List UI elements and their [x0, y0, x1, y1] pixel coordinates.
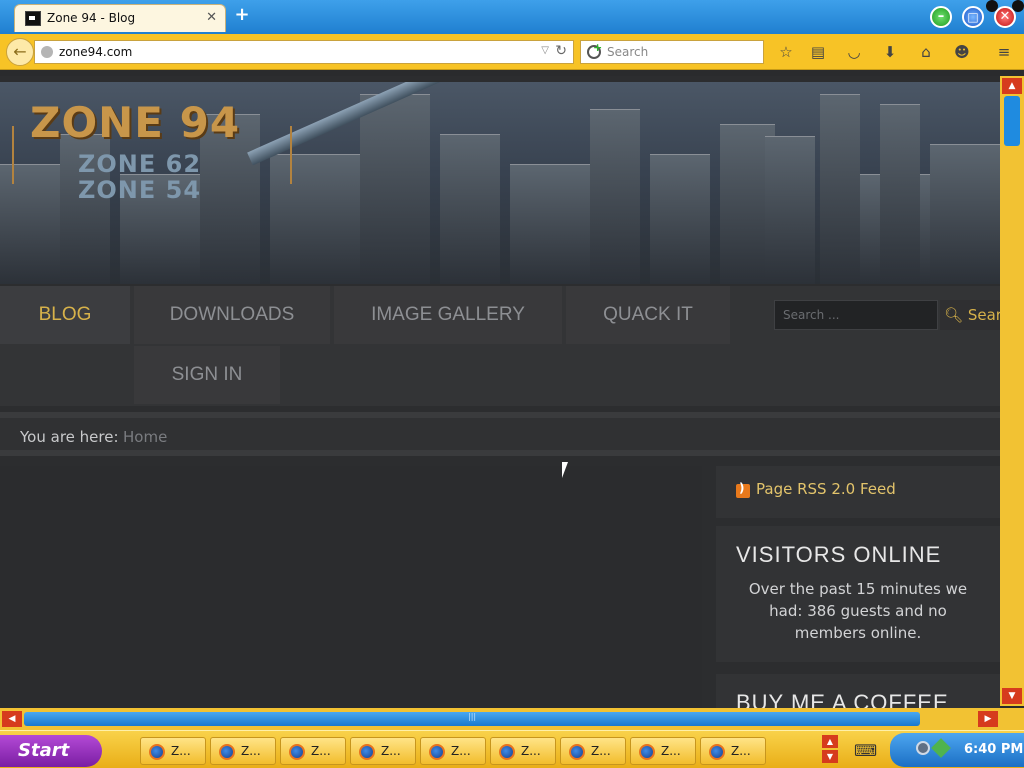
- mouse-cursor-icon: [562, 462, 574, 478]
- taskbar-item[interactable]: Z...: [700, 737, 766, 765]
- close-tab-icon[interactable]: ✕: [206, 10, 217, 25]
- scroll-down-icon[interactable]: ▼: [1002, 688, 1022, 704]
- main-content: [0, 466, 702, 708]
- url-text: zone94.com: [59, 45, 133, 59]
- logo-subtitle-2: ZONE 54: [78, 176, 202, 204]
- keyboard-icon[interactable]: ⌨: [854, 741, 877, 760]
- visitors-title: VISITORS ONLINE: [736, 542, 942, 567]
- menu-item-sign-in[interactable]: SIGN IN: [134, 346, 280, 404]
- firefox-icon: [709, 744, 725, 760]
- site-search-input[interactable]: Search ...: [774, 300, 938, 330]
- firefox-icon: [639, 744, 655, 760]
- breadcrumb: You are here: Home: [0, 412, 1000, 456]
- clock[interactable]: 6:40 PM: [964, 742, 1023, 757]
- taskbar: Start Z... Z... Z... Z... Z... Z... Z...…: [0, 730, 1024, 768]
- rss-feed-link[interactable]: Page RSS 2.0 Feed: [756, 480, 896, 498]
- bookmarks-list-icon[interactable]: ▤: [808, 42, 828, 62]
- security-icon[interactable]: [931, 738, 951, 758]
- taskbar-item[interactable]: Z...: [210, 737, 276, 765]
- minimize-button[interactable]: [930, 6, 952, 28]
- site-logo[interactable]: ZONE 94: [30, 98, 240, 147]
- network-icon[interactable]: [916, 741, 930, 755]
- taskbar-scroll[interactable]: ▲ ▼: [822, 735, 838, 765]
- scroll-left-icon[interactable]: ◀: [2, 711, 22, 727]
- vertical-scroll-thumb[interactable]: [1004, 96, 1020, 146]
- tab-title: Zone 94 - Blog: [47, 11, 136, 25]
- taskbar-scroll-up-icon[interactable]: ▲: [822, 735, 838, 748]
- visitors-online-module: VISITORS ONLINE Over the past 15 minutes…: [716, 526, 1000, 662]
- bookmark-star-icon[interactable]: ☆: [776, 42, 796, 62]
- taskbar-item[interactable]: Z...: [560, 737, 626, 765]
- firefox-icon: [499, 744, 515, 760]
- taskbar-item[interactable]: Z...: [280, 737, 346, 765]
- hello-chat-icon[interactable]: ☻: [952, 42, 972, 62]
- maximize-button[interactable]: [962, 6, 984, 28]
- visitors-text: Over the past 15 minutes we had: 386 gue…: [748, 580, 968, 642]
- taskbar-item[interactable]: Z...: [490, 737, 556, 765]
- browser-search-placeholder: Search: [607, 45, 649, 59]
- address-bar[interactable]: zone94.com ▽ ↻: [34, 40, 574, 64]
- vertical-scrollbar[interactable]: ▲ ▼: [1000, 76, 1024, 706]
- taskbar-item[interactable]: Z...: [350, 737, 416, 765]
- downloads-icon[interactable]: ⬇: [880, 42, 900, 62]
- site-favicon-icon: [25, 11, 41, 26]
- history-dropdown-icon[interactable]: ▽: [541, 45, 549, 56]
- site-banner: ZONE 94 ZONE 62 ZONE 54: [0, 82, 1000, 284]
- site-search-button-label: Search: [967, 306, 1000, 324]
- breadcrumb-home-link[interactable]: Home: [123, 428, 167, 446]
- firefox-icon: [429, 744, 445, 760]
- start-button[interactable]: Start: [0, 735, 102, 767]
- window-controls: [928, 0, 1024, 32]
- taskbar-item[interactable]: Z...: [630, 737, 696, 765]
- breadcrumb-label: You are here:: [20, 428, 119, 446]
- browser-tab-bar: Zone 94 - Blog ✕ +: [0, 0, 1024, 34]
- firefox-icon: [359, 744, 375, 760]
- new-tab-button[interactable]: +: [232, 6, 252, 26]
- scroll-up-icon[interactable]: ▲: [1002, 78, 1022, 94]
- site-search-placeholder: Search ...: [783, 308, 840, 322]
- globe-icon: [41, 46, 53, 58]
- browser-search-box[interactable]: Search: [580, 40, 764, 64]
- browser-tab[interactable]: Zone 94 - Blog ✕: [14, 4, 226, 32]
- coffee-title: BUY ME A COFFEE: [736, 690, 949, 708]
- menu-item-blog[interactable]: BLOG: [0, 286, 130, 344]
- site-search-button[interactable]: 🔍︎ Search: [940, 300, 1000, 330]
- close-window-button[interactable]: [994, 6, 1016, 28]
- main-menu: BLOG DOWNLOADS IMAGE GALLERY QUACK IT SI…: [0, 286, 1000, 406]
- rss-module: Page RSS 2.0 Feed: [716, 466, 1000, 518]
- menu-item-quack-it[interactable]: QUACK IT: [566, 286, 730, 344]
- web-page: ZONE 94 ZONE 62 ZONE 54 BLOG DOWNLOADS I…: [0, 76, 1000, 708]
- scroll-right-icon[interactable]: ▶: [978, 711, 998, 727]
- home-icon[interactable]: ⌂: [916, 42, 936, 62]
- taskbar-item[interactable]: Z...: [140, 737, 206, 765]
- search-engine-icon[interactable]: [587, 41, 602, 59]
- taskbar-scroll-down-icon[interactable]: ▼: [822, 750, 838, 763]
- pocket-icon[interactable]: ◡: [844, 42, 864, 62]
- firefox-icon: [289, 744, 305, 760]
- taskbar-item[interactable]: Z...: [420, 737, 486, 765]
- scroll-corner: [1000, 708, 1024, 730]
- scroll-grip-icon: |||: [468, 712, 477, 721]
- horizontal-scrollbar[interactable]: ◀ ||| ▶: [0, 708, 1000, 730]
- reload-icon[interactable]: ↻: [555, 43, 567, 59]
- firefox-icon: [219, 744, 235, 760]
- logo-subtitle-1: ZONE 62: [78, 150, 202, 178]
- magnifier-icon: 🔍︎: [944, 306, 964, 324]
- menu-item-image-gallery[interactable]: IMAGE GALLERY: [334, 286, 562, 344]
- menu-item-downloads[interactable]: DOWNLOADS: [134, 286, 330, 344]
- coffee-module: BUY ME A COFFEE: [716, 674, 1000, 708]
- menu-hamburger-icon[interactable]: ≡: [994, 42, 1014, 62]
- rss-icon: [736, 481, 750, 498]
- firefox-icon: [149, 744, 165, 760]
- back-button[interactable]: ←: [6, 38, 34, 66]
- browser-nav-bar: ← zone94.com ▽ ↻ Search ☆ ▤ ◡ ⬇ ⌂ ☻ ≡: [0, 34, 1024, 70]
- firefox-icon: [569, 744, 585, 760]
- system-tray: 6:40 PM: [890, 733, 1024, 767]
